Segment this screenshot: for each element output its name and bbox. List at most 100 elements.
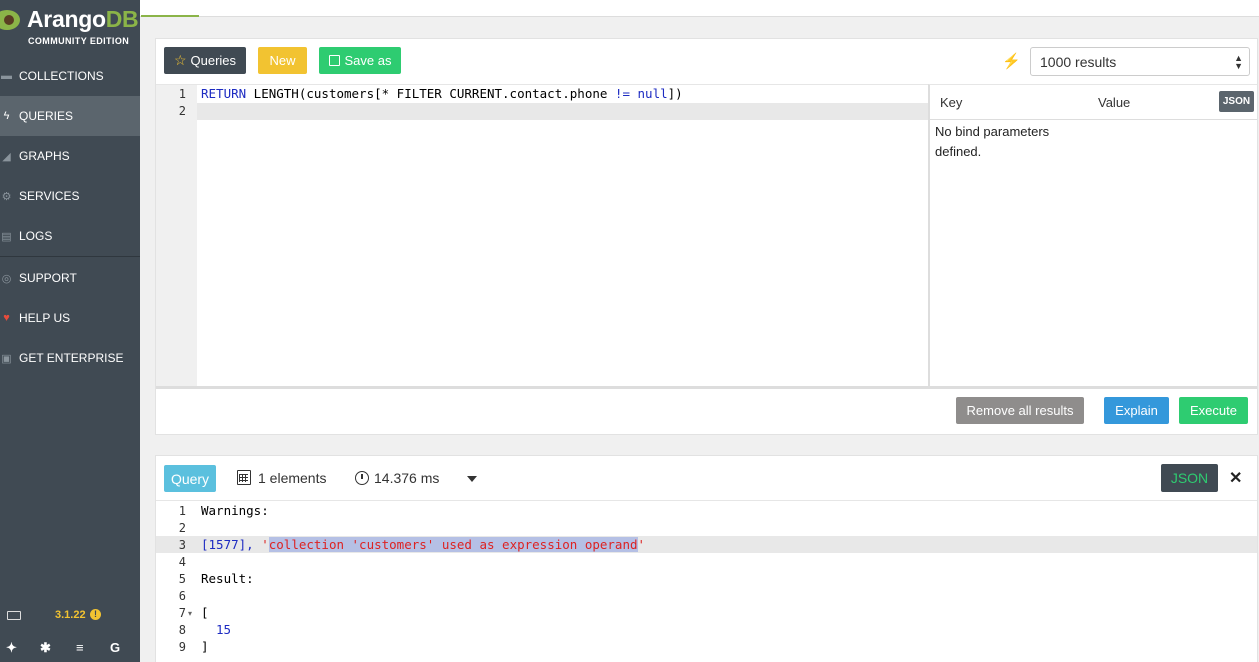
logo[interactable]: ArangoDB COMMUNITY EDITION (0, 4, 140, 52)
sidebar-item-label: GET ENTERPRISE (19, 351, 124, 365)
version-label: 3.1.22 (55, 609, 86, 621)
remove-all-results-button[interactable]: Remove all results (956, 397, 1084, 424)
line-number: 5 (178, 572, 186, 586)
execute-label: Execute (1190, 403, 1237, 418)
save-icon (328, 55, 340, 66)
current-line-highlight (156, 103, 928, 120)
line-number: 2 (178, 104, 186, 118)
heart-icon: ♥ (3, 312, 10, 324)
warning-quote: ' (637, 537, 646, 552)
edition-label: COMMUNITY EDITION (28, 36, 130, 46)
close-icon[interactable]: ✕ (1229, 468, 1242, 488)
queries-button[interactable]: ☆ Queries (164, 47, 246, 74)
value-column-header: Value (1098, 95, 1131, 110)
sidebar-item-queries[interactable]: ϟ QUERIES (0, 96, 140, 136)
editor-resize-bar[interactable] (156, 386, 1257, 389)
sidebar-item-graphs[interactable]: ◢ GRAPHS (0, 136, 140, 176)
sidebar-item-label: HELP US (19, 311, 71, 325)
avocado-logo-icon (0, 10, 20, 30)
explain-label: Explain (1115, 403, 1158, 418)
line-number: 4 (178, 555, 186, 569)
result-viewer[interactable]: 1 2 3 4 5 6 7 ▾ 8 9 Warnings: [1577], 'c… (156, 500, 1257, 662)
sidebar-item-help-us[interactable]: ♥ HELP US (0, 298, 140, 338)
line-number: 3 (178, 538, 186, 552)
warning-code: [1577], (201, 537, 262, 552)
results-limit-select[interactable]: 1000 results ▲ ▼ (1030, 47, 1250, 76)
result-line: Result: (201, 571, 254, 586)
line-number: 7 (178, 606, 186, 620)
result-line: [ (201, 605, 209, 620)
remove-all-results-label: Remove all results (966, 403, 1074, 418)
code-text: LENGTH(customers[* (246, 86, 397, 101)
bind-parameters-header: Key Value JSON (930, 85, 1257, 120)
select-arrows-icon: ▲ ▼ (1234, 53, 1243, 71)
slack-icon[interactable]: ✱ (40, 640, 51, 656)
brand-name: Arango (27, 6, 106, 32)
area-chart-icon: ◢ (2, 150, 11, 163)
sidebar-item-label: LOGS (19, 229, 53, 243)
line-number: 9 (178, 640, 186, 654)
line-number: 2 (178, 521, 186, 535)
keyword-return: RETURN (201, 86, 247, 101)
keyboard-icon[interactable] (7, 611, 21, 620)
bind-parameters-panel: Key Value JSON No bind parameters define… (928, 84, 1257, 386)
chevron-down-icon[interactable] (467, 476, 477, 482)
results-limit-value: 1000 results (1040, 53, 1117, 70)
lifebuoy-icon: ◎ (1, 272, 12, 285)
code-text: CURRENT.contact.phone (441, 86, 615, 101)
execute-button[interactable]: Execute (1179, 397, 1248, 424)
save-as-button-label: Save as (344, 53, 392, 68)
line-number: 1 (178, 87, 186, 101)
info-icon[interactable]: ! (90, 609, 101, 620)
result-line: Warnings: (201, 503, 269, 518)
operator: != (614, 86, 630, 101)
code-text: ]) (667, 86, 683, 101)
sidebar-item-collections[interactable]: ▬ COLLECTIONS (0, 56, 140, 96)
explain-button[interactable]: Explain (1104, 397, 1169, 424)
queries-button-label: Queries (190, 53, 237, 68)
star-icon: ☆ (173, 52, 187, 68)
warning-line: [1577], 'collection 'customers' used as … (201, 537, 645, 552)
new-button[interactable]: New (258, 47, 307, 74)
sidebar: ArangoDB COMMUNITY EDITION ▬ COLLECTIONS… (0, 0, 140, 662)
key-column-header: Key (940, 95, 963, 110)
sidebar-item-services[interactable]: ⚙ SERVICES (0, 176, 140, 216)
keyword-filter: FILTER (396, 86, 442, 101)
result-count: 1 elements (258, 470, 327, 486)
warning-quote: ' (261, 537, 269, 552)
result-json-button[interactable]: JSON (1161, 464, 1218, 492)
sidebar-item-label: QUERIES (19, 109, 74, 123)
sidebar-item-get-enterprise[interactable]: ▣ GET ENTERPRISE (0, 338, 140, 378)
twitter-icon[interactable]: ✦ (6, 640, 17, 656)
result-value: 15 (216, 622, 232, 637)
line-number: 1 (178, 504, 186, 518)
calculator-icon (237, 470, 251, 485)
sidebar-item-label: SERVICES (19, 189, 80, 203)
stackoverflow-icon[interactable]: ≡ (76, 640, 84, 655)
sidebar-item-logs[interactable]: ▤ LOGS (0, 216, 140, 256)
sidebar-item-label: SUPPORT (19, 271, 77, 285)
result-query-tab[interactable]: Query (164, 465, 216, 492)
brand-db: DB (105, 6, 139, 32)
top-bar-accent (141, 15, 199, 17)
clock-icon (355, 471, 369, 485)
bolt-icon: ϟ (3, 110, 10, 122)
google-icon[interactable]: G (110, 640, 120, 655)
query-editor[interactable]: 1 2 RETURN LENGTH(customers[* FILTER CUR… (156, 84, 928, 386)
line-number: 6 (178, 589, 186, 603)
keyword-null: null (637, 86, 668, 101)
sidebar-item-support[interactable]: ◎ SUPPORT (0, 258, 140, 298)
image-icon: ▣ (1, 352, 12, 365)
sidebar-divider (0, 256, 140, 257)
folder-icon: ▬ (1, 70, 12, 82)
magic-wand-icon[interactable]: ⚡ (1002, 52, 1021, 70)
editor-gutter (156, 85, 197, 386)
sidebar-item-label: COLLECTIONS (19, 69, 104, 83)
no-bind-params-text: No bind parameters defined. (935, 124, 1050, 159)
fold-arrow-icon[interactable]: ▾ (188, 609, 192, 618)
bind-json-button[interactable]: JSON (1219, 91, 1254, 112)
save-as-button[interactable]: Save as (319, 47, 401, 74)
new-button-label: New (269, 53, 296, 68)
sidebar-item-label: GRAPHS (19, 149, 70, 163)
code-line-1: RETURN LENGTH(customers[* FILTER CURRENT… (201, 86, 683, 101)
